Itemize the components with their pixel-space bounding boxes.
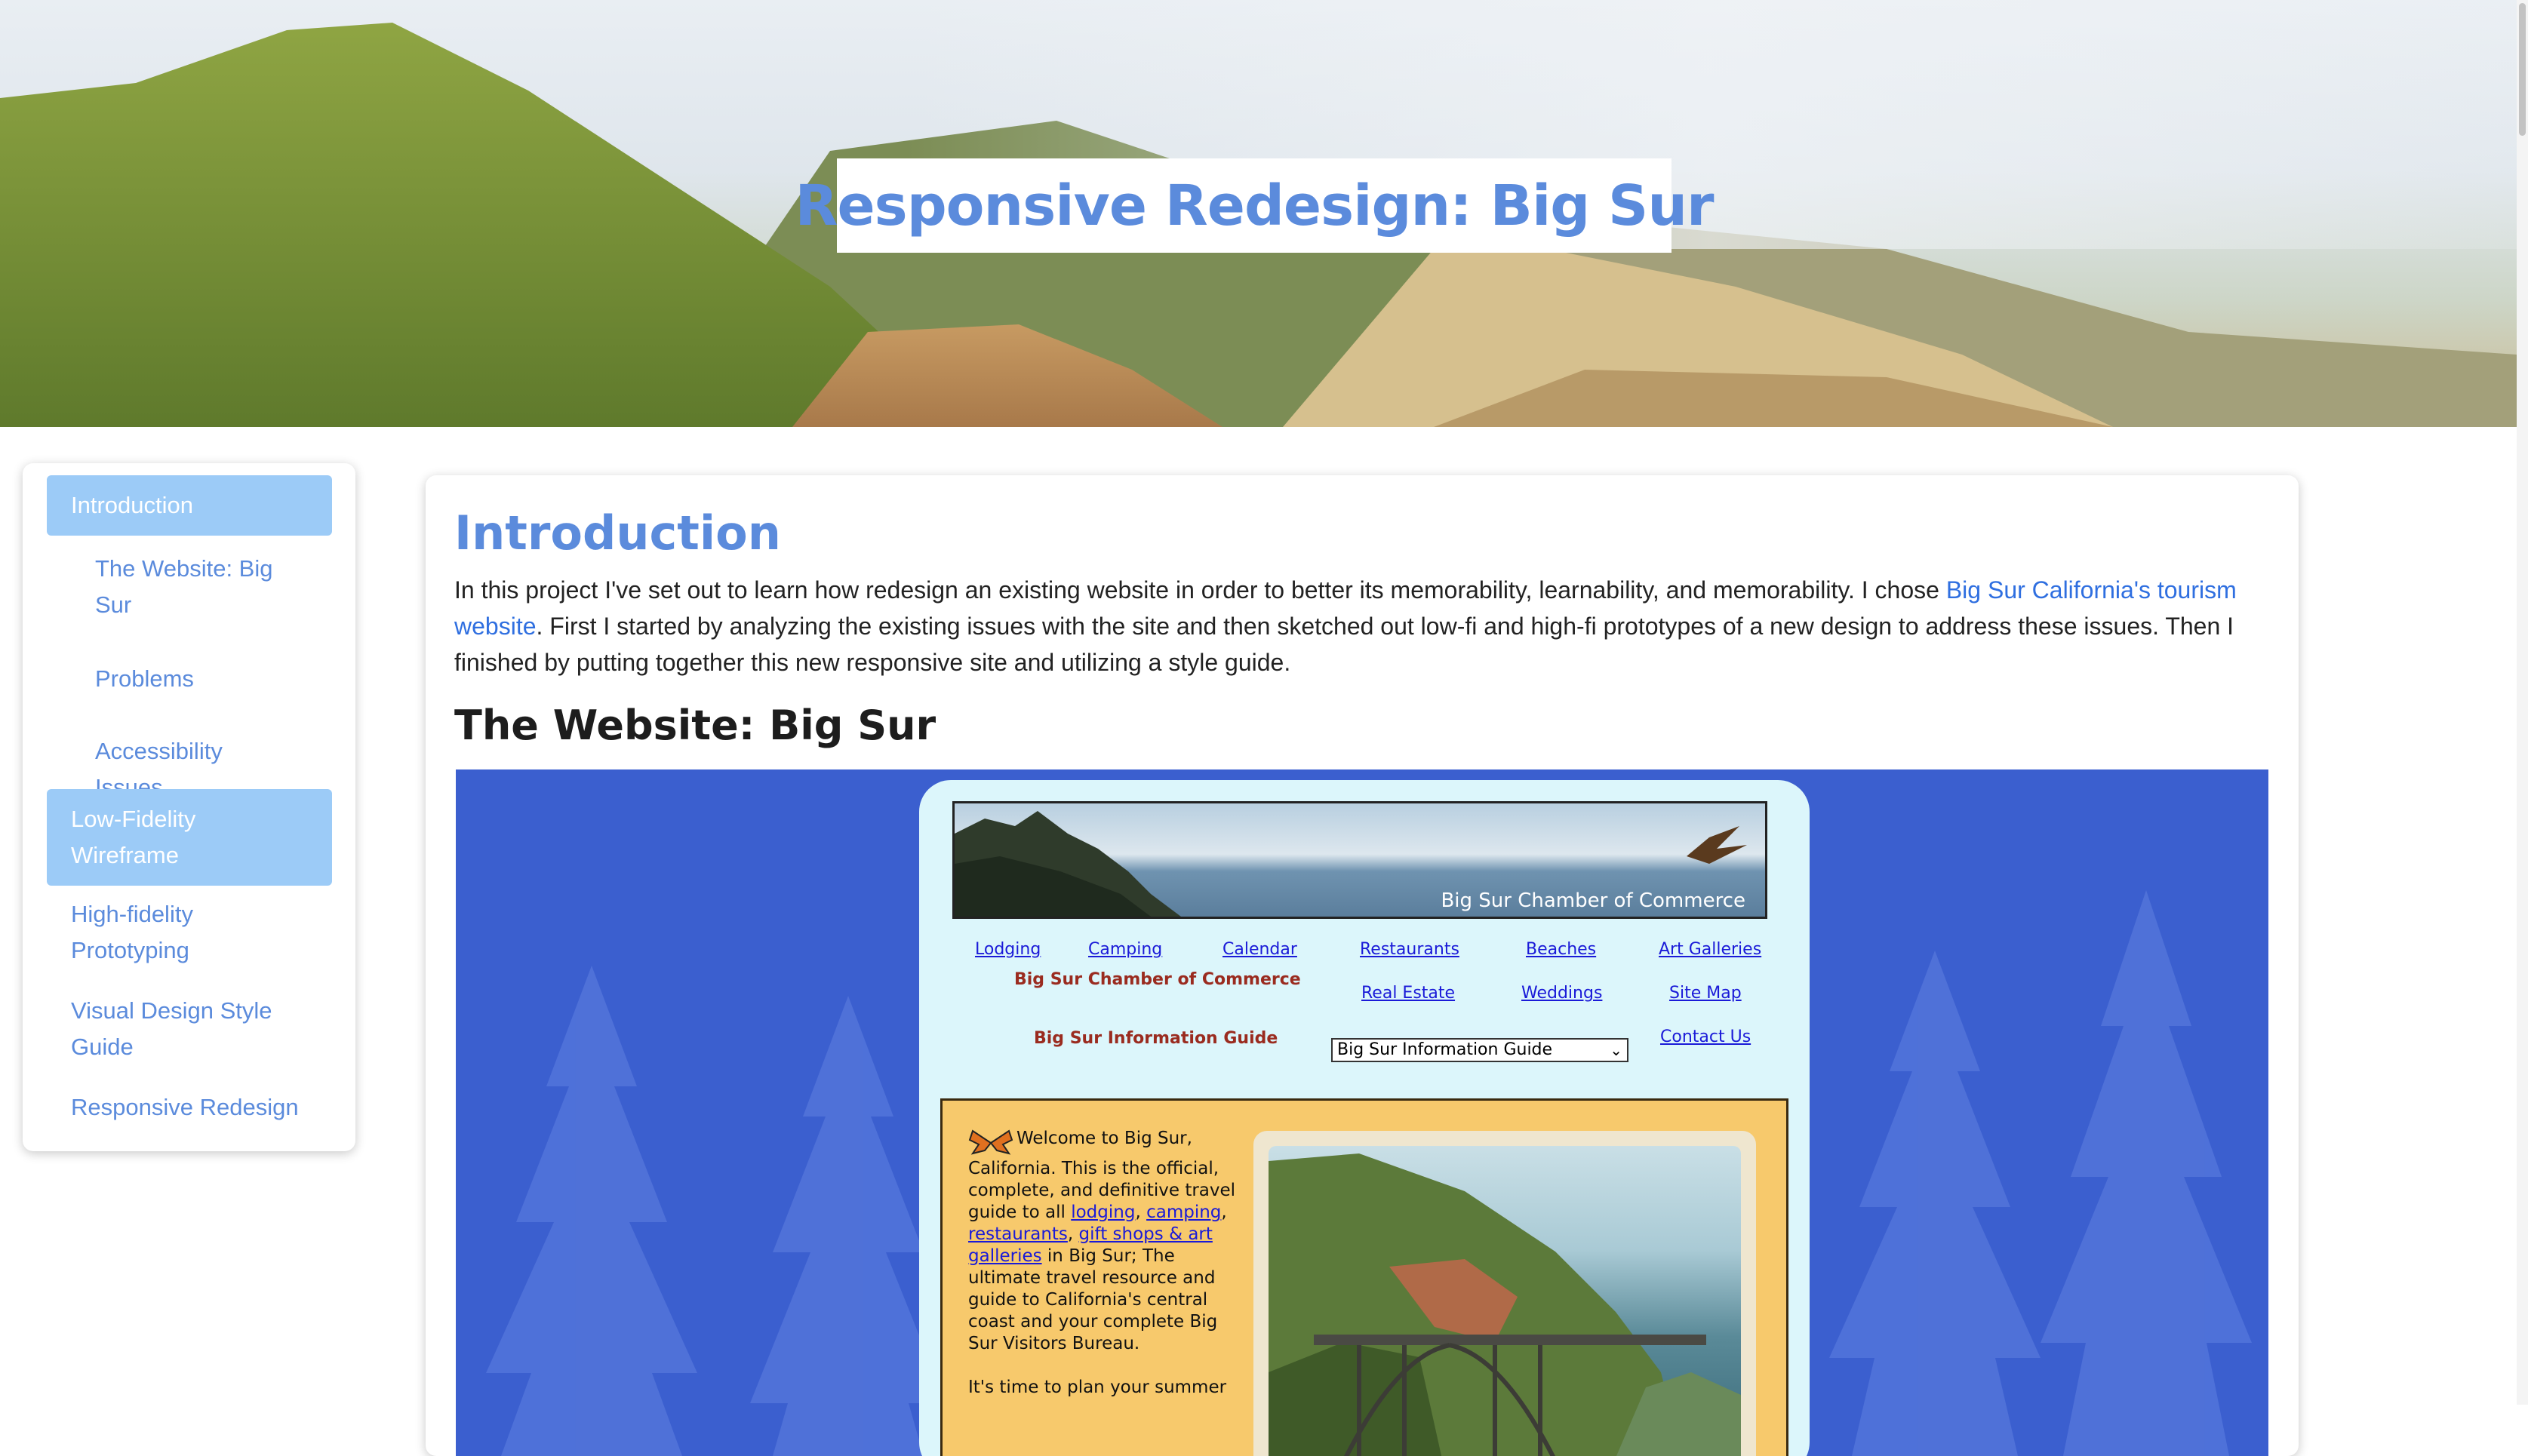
scrollbar-thumb[interactable] <box>2519 3 2526 136</box>
sidebar-item-the-website[interactable]: The Website: Big Sur <box>47 551 332 623</box>
old-nav-art-galleries[interactable]: Art Galleries <box>1659 940 1761 959</box>
introduction-heading: Introduction <box>454 505 781 561</box>
chamber-of-commerce-label: Big Sur Chamber of Commerce <box>1014 970 1301 989</box>
sidebar-item-low-fidelity-wireframe[interactable]: Low-Fidelity Wireframe <box>47 789 332 886</box>
old-nav-lodging[interactable]: Lodging <box>975 940 1041 959</box>
hero-banner: Responsive Redesign: Big Sur <box>0 0 2517 427</box>
scrollbar-track[interactable] <box>2517 0 2528 1405</box>
information-guide-select[interactable]: Big Sur Information Guide ⌄ <box>1331 1038 1628 1062</box>
sidebar-item-high-fidelity-prototyping[interactable]: High-fidelity Prototyping <box>47 896 332 969</box>
sidebar-item-responsive-redesign[interactable]: Responsive Redesign <box>47 1089 332 1126</box>
main-content-card: Introduction In this project I've set ou… <box>426 475 2299 1456</box>
welcome-box: Welcome to Big Sur, California. This is … <box>940 1098 1788 1456</box>
intro-text-before: In this project I've set out to learn ho… <box>454 576 1946 604</box>
old-nav-restaurants[interactable]: Restaurants <box>1360 940 1459 959</box>
website-heading: The Website: Big Sur <box>454 702 936 749</box>
welcome-sep-2: , <box>1221 1203 1227 1222</box>
bixby-bridge-image <box>1269 1153 1741 1456</box>
butterfly-icon <box>968 1129 1013 1155</box>
sidebar-item-introduction[interactable]: Introduction <box>47 475 332 536</box>
old-nav-camping[interactable]: Camping <box>1088 940 1162 959</box>
information-guide-select-value: Big Sur Information Guide <box>1337 1040 1553 1059</box>
welcome-text-plan: It's time to plan your summer <box>968 1378 1227 1397</box>
old-nav-site-map[interactable]: Site Map <box>1669 984 1742 1003</box>
welcome-link-restaurants[interactable]: restaurants <box>968 1224 1068 1244</box>
old-nav-calendar[interactable]: Calendar <box>1222 940 1297 959</box>
welcome-link-camping[interactable]: camping <box>1146 1203 1221 1222</box>
original-website-screenshot: Big Sur Chamber of Commerce Lodging Camp… <box>456 769 2268 1456</box>
page-title: Responsive Redesign: Big Sur <box>795 173 1714 238</box>
sidebar-item-problems[interactable]: Problems <box>47 661 332 697</box>
information-guide-label: Big Sur Information Guide <box>1034 1029 1278 1048</box>
sidebar-item-visual-design-style-guide[interactable]: Visual Design Style Guide <box>47 993 332 1065</box>
sidebar-nav: Introduction The Website: Big Sur Proble… <box>23 463 355 1151</box>
old-nav-real-estate[interactable]: Real Estate <box>1361 984 1455 1003</box>
introduction-paragraph: In this project I've set out to learn ho… <box>454 572 2273 680</box>
banner-caption: Big Sur Chamber of Commerce <box>1441 889 1745 912</box>
old-site-banner: Big Sur Chamber of Commerce <box>952 801 1767 919</box>
welcome-sep-1: , <box>1135 1203 1147 1222</box>
old-site-page: Big Sur Chamber of Commerce Lodging Camp… <box>919 780 1810 1456</box>
welcome-link-lodging[interactable]: lodging <box>1071 1203 1135 1222</box>
old-nav-weddings[interactable]: Weddings <box>1521 984 1602 1003</box>
welcome-text: Welcome to Big Sur, California. This is … <box>968 1128 1252 1399</box>
bixby-bridge-photo <box>1269 1146 1741 1456</box>
hero-title-box: Responsive Redesign: Big Sur <box>795 158 1715 253</box>
bixby-bridge-photo-frame <box>1253 1131 1756 1456</box>
welcome-sep-3: , <box>1067 1224 1079 1244</box>
intro-text-after: . First I started by analyzing the exist… <box>454 613 2234 676</box>
chevron-down-icon: ⌄ <box>1610 1041 1622 1059</box>
old-nav-beaches[interactable]: Beaches <box>1526 940 1596 959</box>
old-nav-contact-us[interactable]: Contact Us <box>1660 1027 1751 1046</box>
